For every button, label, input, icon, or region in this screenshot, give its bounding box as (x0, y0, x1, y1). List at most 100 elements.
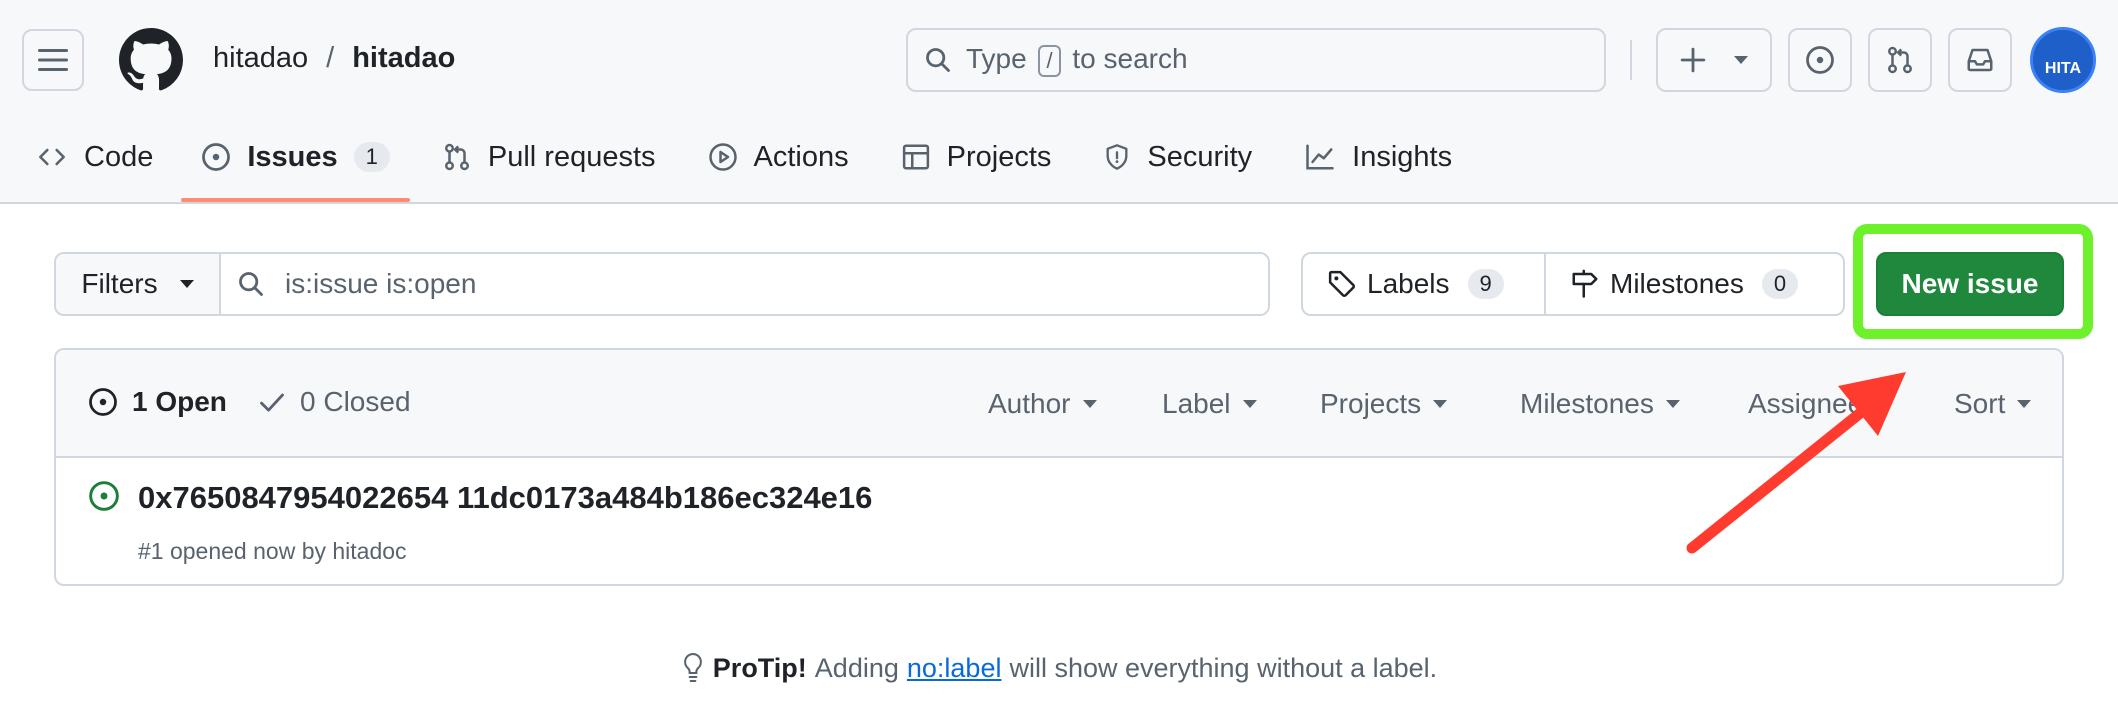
issues-count-badge: 1 (353, 142, 390, 172)
search-suffix: to search (1072, 43, 1188, 74)
selector-label: Author (988, 388, 1071, 419)
tab-label: Projects (946, 140, 1052, 173)
breadcrumb-separator: / (326, 42, 335, 74)
issue-opened-icon (1806, 46, 1834, 74)
tab-projects[interactable]: Projects (881, 124, 1072, 190)
protip: ProTip! Adding no:label will show everyt… (0, 652, 2118, 684)
search-input[interactable]: Type / to search (906, 28, 1606, 92)
menu-button[interactable] (22, 29, 84, 91)
shield-icon (1106, 144, 1128, 170)
avatar[interactable]: HITA (2030, 27, 2096, 93)
labels-count-badge: 9 (1467, 269, 1504, 299)
search-shortcut-key: / (1038, 45, 1061, 77)
tab-insights[interactable]: Insights (1284, 124, 1472, 190)
selector-label: Label (1162, 388, 1231, 419)
milestones-filter-dropdown[interactable]: Milestones (1520, 388, 1680, 420)
chevron-down-icon (1734, 56, 1748, 64)
filters-dropdown-button[interactable]: Filters (56, 254, 221, 314)
issue-row[interactable]: 0x7650847954022654 11dc0173a484b186ec324… (56, 458, 2062, 584)
protip-link[interactable]: no:label (907, 653, 1002, 684)
graph-icon (1306, 144, 1334, 170)
labels-button[interactable]: Labels 9 (1303, 254, 1546, 314)
issue-list: 1 Open 0 Closed Author Label Projects Mi… (54, 348, 2064, 586)
git-pull-request-icon (1888, 46, 1912, 74)
protip-text-after: will show everything without a label. (1009, 652, 1438, 683)
tab-security[interactable]: Security (1083, 124, 1272, 190)
new-issue-button[interactable]: New issue (1876, 252, 2064, 316)
hamburger-icon (38, 49, 68, 71)
inbox-button[interactable] (1948, 28, 2012, 92)
light-bulb-icon (683, 652, 702, 682)
tag-icon (1328, 270, 1356, 298)
repo-header: hitadao / hitadao Type / to search HITA … (0, 0, 2118, 204)
chevron-down-icon (1242, 400, 1257, 408)
search-icon (926, 48, 950, 72)
search-icon (239, 272, 263, 296)
issue-opened-icon (202, 143, 231, 171)
chevron-down-icon (179, 280, 194, 288)
tab-label: Issues (247, 140, 338, 173)
filters-label: Filters (81, 268, 158, 299)
author-filter-dropdown[interactable]: Author (988, 388, 1097, 420)
code-icon (39, 148, 65, 166)
breadcrumb-owner[interactable]: hitadao (213, 42, 308, 75)
selector-label: Sort (1954, 388, 2006, 419)
milestone-icon (1572, 269, 1598, 298)
issue-title-link[interactable]: 0x7650847954022654 11dc0173a484b186ec324… (138, 480, 872, 516)
inbox-icon (1967, 48, 1993, 72)
repo-tabs: Code Issues 1 Pull requests Actions Proj… (0, 124, 1472, 202)
your-issues-button[interactable] (1788, 28, 1852, 92)
milestones-count-badge: 0 (1761, 269, 1799, 299)
issue-meta: #1 opened now by hitadoc (138, 538, 407, 564)
protip-label: ProTip! (712, 652, 807, 683)
tab-label: Code (84, 140, 154, 173)
create-new-button[interactable] (1656, 28, 1772, 92)
play-icon (708, 143, 737, 171)
issue-opened-icon (89, 481, 119, 511)
issue-search-query: is:issue is:open (285, 268, 477, 299)
issue-search-input[interactable]: is:issue is:open (221, 254, 1268, 314)
sort-dropdown[interactable]: Sort (1954, 388, 2032, 420)
tab-actions[interactable]: Actions (688, 124, 869, 190)
chevron-down-icon (1433, 400, 1448, 408)
issue-filter-bar: Filters is:issue is:open (54, 252, 1270, 316)
search-prefix: Type (966, 43, 1027, 74)
labels-milestones-group: Labels 9 Milestones 0 (1301, 252, 1845, 316)
avatar-text: HITA (2044, 60, 2082, 77)
selector-label: Assignee (1748, 388, 1864, 419)
tab-label: Security (1147, 140, 1253, 173)
tab-label: Actions (753, 140, 849, 173)
selector-label: Milestones (1520, 388, 1654, 419)
open-issues-label: 1 Open (132, 386, 227, 417)
header-divider (1630, 40, 1632, 80)
github-logo-icon[interactable] (119, 28, 183, 92)
git-pull-request-icon (444, 143, 469, 171)
your-pull-requests-button[interactable] (1868, 28, 1932, 92)
plus-icon (1680, 47, 1706, 73)
tab-pull-requests[interactable]: Pull requests (422, 124, 676, 190)
open-issues-filter[interactable]: 1 Open (88, 386, 227, 418)
breadcrumb: hitadao / hitadao (213, 42, 455, 75)
selector-label: Projects (1320, 388, 1422, 419)
tab-label: Insights (1352, 140, 1453, 173)
assignee-filter-dropdown[interactable]: Assignee (1748, 388, 1890, 420)
chevron-down-icon (1665, 400, 1680, 408)
chevron-down-icon (2017, 400, 2032, 408)
closed-issues-filter[interactable]: 0 Closed (258, 386, 411, 418)
issue-list-header: 1 Open 0 Closed Author Label Projects Mi… (56, 350, 2062, 458)
label-filter-dropdown[interactable]: Label (1162, 388, 1257, 420)
protip-text-before: Adding (814, 652, 899, 683)
chevron-down-icon (1082, 400, 1097, 408)
closed-issues-label: 0 Closed (300, 386, 411, 417)
milestones-label: Milestones (1610, 268, 1744, 299)
table-icon (902, 144, 929, 170)
tab-code[interactable]: Code (0, 124, 173, 190)
projects-filter-dropdown[interactable]: Projects (1320, 388, 1448, 420)
issue-opened-icon (89, 388, 117, 416)
chevron-down-icon (1875, 400, 1890, 408)
tab-issues[interactable]: Issues 1 (181, 124, 410, 202)
tab-label: Pull requests (487, 140, 656, 173)
milestones-button[interactable]: Milestones 0 (1546, 254, 1822, 314)
labels-label: Labels (1367, 268, 1450, 299)
breadcrumb-repo[interactable]: hitadao (352, 42, 455, 75)
